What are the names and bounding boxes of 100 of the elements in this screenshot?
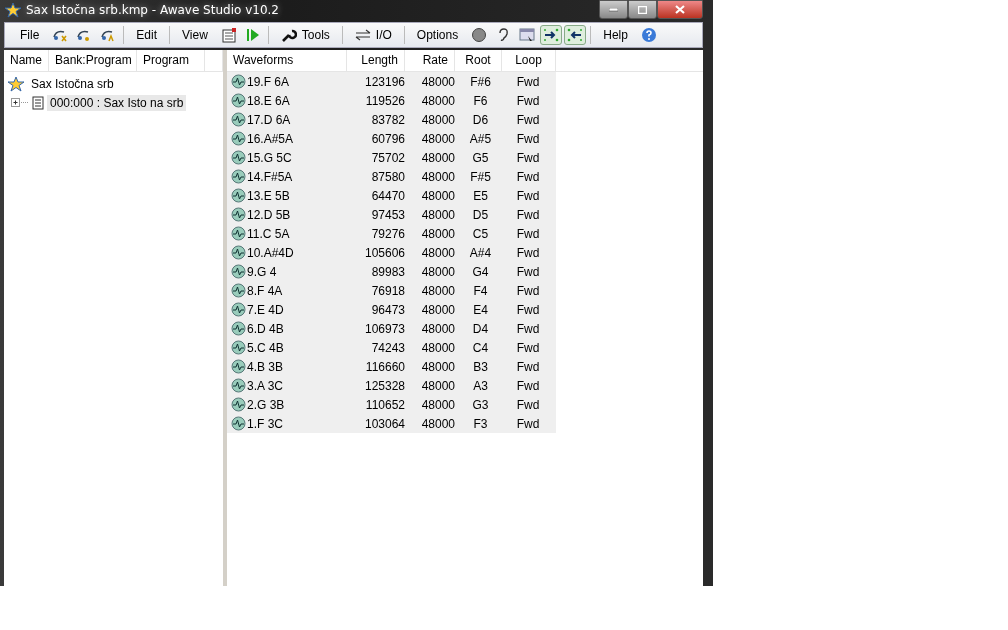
table-cell-text: 48000 — [420, 340, 455, 355]
menu-item[interactable]: I/O — [345, 25, 401, 45]
table-cell-text: 64470 — [370, 188, 405, 203]
table-cell-text: 103064 — [363, 416, 405, 431]
table-cell-text: Fwd — [515, 340, 541, 355]
table-cell-text: 48000 — [420, 150, 455, 165]
tree-item[interactable]: Sax Istočna srb — [28, 75, 117, 92]
column-header[interactable]: Rate — [405, 50, 455, 71]
waveform-icon — [231, 188, 246, 203]
waveform-icon — [231, 416, 246, 431]
table-row[interactable]: 2.G 3B 110652 48000 G3 Fwd — [227, 395, 556, 414]
maximize-button[interactable] — [628, 0, 657, 19]
table-row[interactable]: 16.A#5A 60796 48000 A#5 Fwd — [227, 129, 556, 148]
table-row[interactable]: 13.E 5B 64470 48000 E5 Fwd — [227, 186, 556, 205]
table-cell-text: G5 — [471, 150, 490, 165]
table-cell-text: G3 — [471, 397, 490, 412]
waveform-icon — [231, 378, 246, 393]
table-cell-text: Fwd — [515, 188, 541, 203]
toolbar-button[interactable] — [564, 25, 587, 45]
table-cell-text: 48000 — [420, 416, 455, 431]
column-header[interactable]: Root — [455, 50, 502, 71]
table-cell-text: 48000 — [420, 245, 455, 260]
table-cell-text: Fwd — [515, 112, 541, 127]
minimize-button[interactable] — [599, 0, 628, 19]
table-cell: 18.E 6A — [247, 93, 290, 108]
table-cell: 1.F 3C — [247, 416, 283, 431]
menu-item[interactable]: Tools — [271, 25, 339, 45]
table-cell-text: Fwd — [515, 397, 541, 412]
table-cell-text: Fwd — [515, 74, 541, 89]
tree-item[interactable]: 000:000 : Sax Isto na srb — [47, 94, 187, 111]
document-icon — [32, 95, 44, 110]
table-row[interactable]: 9.G 4 89983 48000 G4 Fwd — [227, 262, 556, 281]
arrow-left-icon — [567, 27, 584, 43]
table-cell: 10.A#4D — [247, 245, 294, 260]
column-header[interactable]: Waveforms — [227, 50, 347, 71]
table-cell-text: Fwd — [515, 283, 541, 298]
menu-item[interactable]: Help — [594, 26, 637, 44]
table-row[interactable]: 15.G 5C 75702 48000 G5 Fwd — [227, 148, 556, 167]
table-cell-text: Fwd — [515, 207, 541, 222]
table-cell: 9.G 4 — [247, 264, 277, 279]
waveform-icon — [231, 340, 246, 355]
menu-item[interactable]: Edit — [127, 26, 167, 44]
table-cell-text: C5 — [471, 226, 490, 241]
table-row[interactable]: 17.D 6A 83782 48000 D6 Fwd — [227, 110, 556, 129]
table-cell-text: F3 — [472, 416, 489, 431]
table-cell: 19.F 6A — [247, 74, 290, 89]
table-cell-text: E4 — [472, 302, 489, 317]
close-button[interactable] — [657, 0, 703, 19]
table-row[interactable]: 10.A#4D 105606 48000 A#4 Fwd — [227, 243, 556, 262]
table-cell-text: 60796 — [370, 131, 405, 146]
table-cell: 6.D 4B — [247, 321, 284, 336]
toolbar-button[interactable] — [540, 25, 563, 45]
table-cell-text: 74243 — [370, 340, 405, 355]
menu-item[interactable]: Options — [407, 26, 468, 44]
table-row[interactable]: 5.C 4B 74243 48000 C4 Fwd — [227, 338, 556, 357]
menu-item[interactable]: File — [11, 26, 49, 44]
column-header[interactable]: Length — [347, 50, 405, 71]
table-cell-text: 48000 — [420, 226, 455, 241]
table-row[interactable]: 1.F 3C 103064 48000 F3 Fwd — [227, 414, 556, 433]
table-row[interactable]: 4.B 3B 116660 48000 B3 Fwd — [227, 357, 556, 376]
table-row[interactable]: 19.F 6A 123196 48000 F#6 Fwd — [227, 72, 556, 91]
table-cell-text: 48000 — [420, 264, 455, 279]
table-cell: 13.E 5B — [247, 188, 290, 203]
column-header[interactable]: Loop — [502, 50, 556, 71]
column-header[interactable]: Name — [4, 50, 49, 71]
table-cell-text: 79276 — [370, 226, 405, 241]
table-cell: 7.E 4D — [247, 302, 284, 317]
table-row[interactable]: 18.E 6A 119526 48000 F6 Fwd — [227, 91, 556, 110]
table-cell-text: 48000 — [420, 283, 455, 298]
table-cell-text: 48000 — [420, 188, 455, 203]
help-icon — [640, 27, 657, 43]
table-cell-text: Fwd — [515, 150, 541, 165]
table-cell-text: Fwd — [515, 93, 541, 108]
table-row[interactable]: 12.D 5B 97453 48000 D5 Fwd — [227, 205, 556, 224]
column-header[interactable]: Bank:Program — [49, 50, 137, 71]
waveform-icon — [231, 359, 246, 374]
table-row[interactable]: 14.F#5A 87580 48000 F#5 Fwd — [227, 167, 556, 186]
table-cell: 17.D 6A — [247, 112, 291, 127]
waveform-icon — [231, 321, 246, 336]
table-row[interactable]: 7.E 4D 96473 48000 E4 Fwd — [227, 300, 556, 319]
table-row[interactable]: 3.A 3C 125328 48000 A3 Fwd — [227, 376, 556, 395]
table-cell-text: 48000 — [420, 169, 455, 184]
table-cell-text: A#5 — [468, 131, 493, 146]
table-cell-text: F4 — [472, 283, 489, 298]
waveform-icon — [231, 302, 246, 317]
table-cell: 12.D 5B — [247, 207, 291, 222]
table-cell-text: 48000 — [420, 321, 455, 336]
table-cell-text: 48000 — [420, 207, 455, 222]
menu-item[interactable]: View — [173, 26, 217, 44]
table-cell-text: 48000 — [420, 74, 455, 89]
table-row[interactable]: 6.D 4B 106973 48000 D4 Fwd — [227, 319, 556, 338]
column-header[interactable]: Program — [137, 50, 206, 71]
waveform-icon — [231, 131, 246, 146]
table-row[interactable]: 11.C 5A 79276 48000 C5 Fwd — [227, 224, 556, 243]
table-cell-text: Fwd — [515, 302, 541, 317]
table-cell-text: D6 — [471, 112, 490, 127]
waveform-icon — [231, 169, 246, 184]
table-cell: 4.B 3B — [247, 359, 284, 374]
table-row[interactable]: 8.F 4A 76918 48000 F4 Fwd — [227, 281, 556, 300]
table-cell-text: 48000 — [420, 131, 455, 146]
